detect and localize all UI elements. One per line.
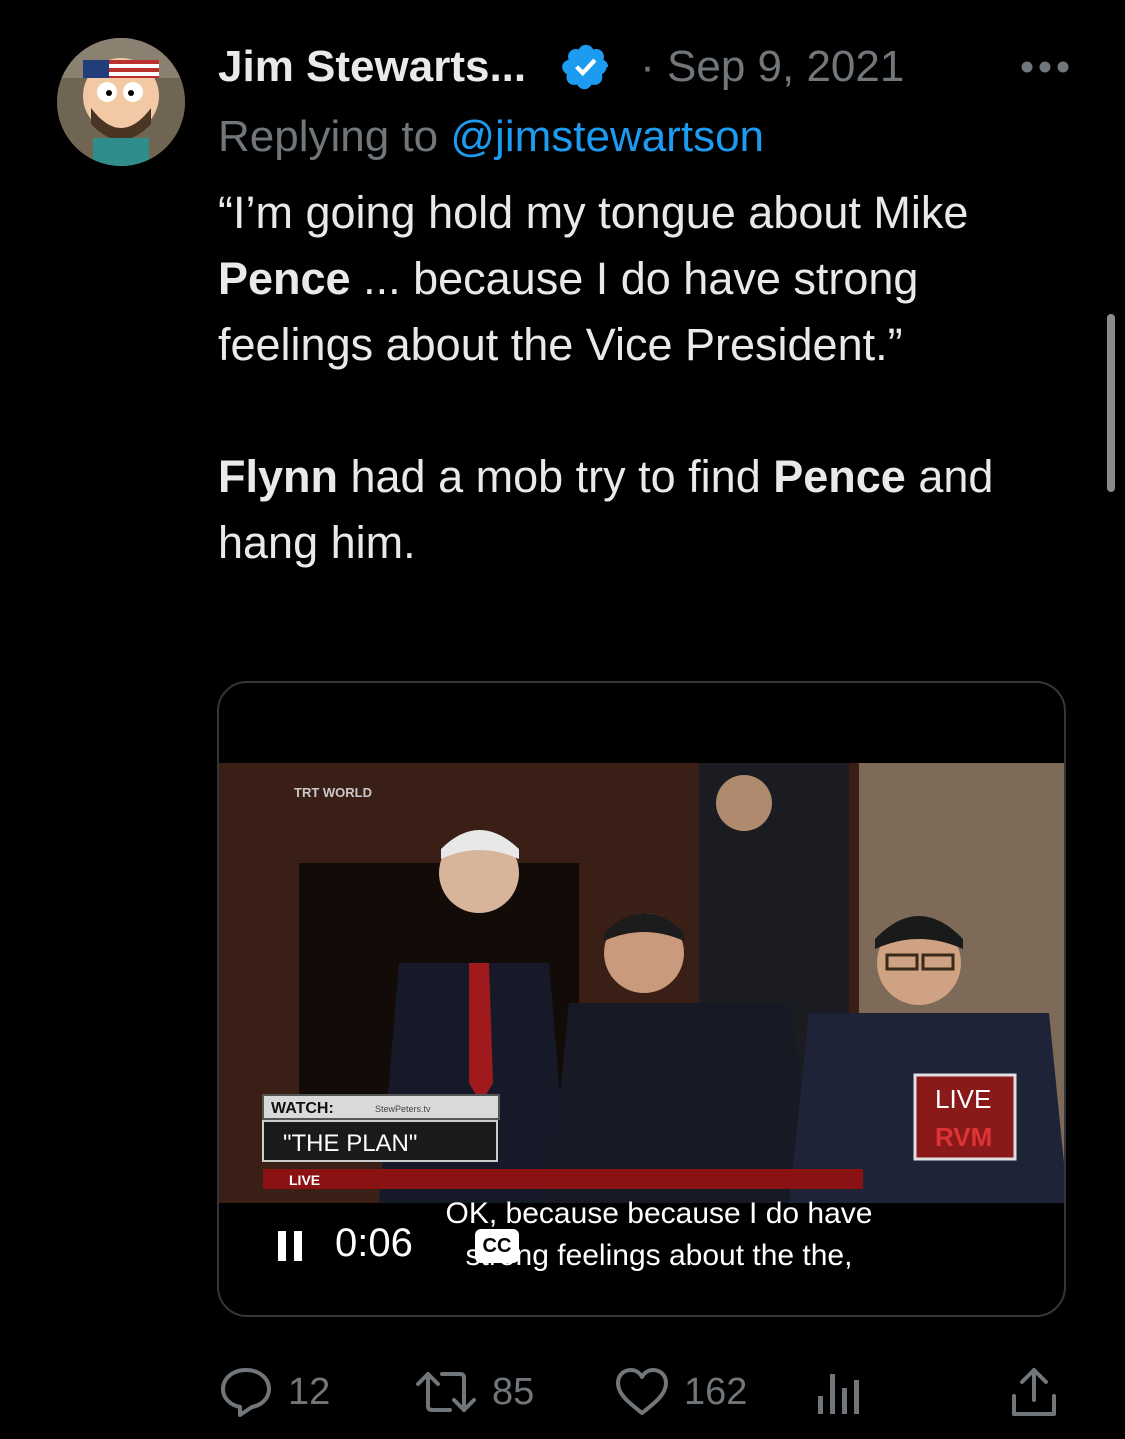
reply-count: 12 [288,1370,331,1413]
video-frame[interactable]: TRT WORLD WATCH: StewPeters.tv "THE PLAN… [219,763,1064,1203]
network-logo: TRT WORLD [294,785,372,800]
share-button[interactable] [1008,1362,1060,1422]
cc-icon[interactable]: CC [475,1229,519,1263]
avatar[interactable] [57,38,185,166]
scrollbar-thumb[interactable] [1107,314,1115,492]
reply-prefix: Replying to [218,112,439,161]
tweet-date[interactable]: · Sep 9, 2021 [640,42,904,92]
tweet-text: “I’m going hold my tongue about Mike Pen… [218,180,1048,576]
repost-button[interactable]: 85 [414,1362,534,1422]
views-icon [818,1374,859,1414]
display-name[interactable]: Jim Stewarts... [218,42,526,92]
views-button[interactable] [814,1362,862,1422]
tweet-header: Jim Stewarts... · Sep 9, 2021 [218,36,1070,98]
like-icon [616,1368,668,1415]
pause-icon[interactable] [277,1231,303,1261]
live-ticker-label: LIVE [289,1172,320,1188]
badge-live: LIVE [935,1084,991,1114]
tweet-text-mid: had a mob try to find [338,451,774,502]
tweet-text-bold-flynn: Flynn [218,451,338,502]
reply-icon [221,1368,271,1417]
reply-handle-link[interactable]: @jimstewartson [450,112,764,161]
watch-label: WATCH: [271,1100,334,1117]
video-player[interactable]: TRT WORLD WATCH: StewPeters.tv "THE PLAN… [217,681,1066,1317]
avatar-image [57,38,185,166]
badge-rvm: RVM [935,1122,992,1152]
tweet-text-bold-pence-2: Pence [773,451,906,502]
video-still: TRT WORLD WATCH: StewPeters.tv "THE PLAN… [219,763,1064,1203]
watch-source: StewPeters.tv [375,1104,431,1114]
repost-count: 85 [492,1370,535,1413]
like-button[interactable]: 162 [614,1362,747,1422]
reply-button[interactable]: 12 [218,1362,330,1422]
action-bar: 12 85 162 [218,1362,1063,1422]
share-icon [1012,1368,1056,1416]
verified-badge-icon[interactable] [560,41,612,93]
tweet-text-quote-open: “I’m going hold my tongue about Mike [218,187,969,238]
repost-icon [416,1372,476,1412]
replying-to: Replying to @jimstewartson [218,112,764,162]
show-title: "THE PLAN" [283,1130,417,1157]
like-count: 162 [684,1370,748,1413]
tweet-text-bold-pence: Pence [218,253,351,304]
caption-line-1: OK, because because I do have [445,1197,873,1230]
more-icon[interactable] [1020,60,1070,74]
